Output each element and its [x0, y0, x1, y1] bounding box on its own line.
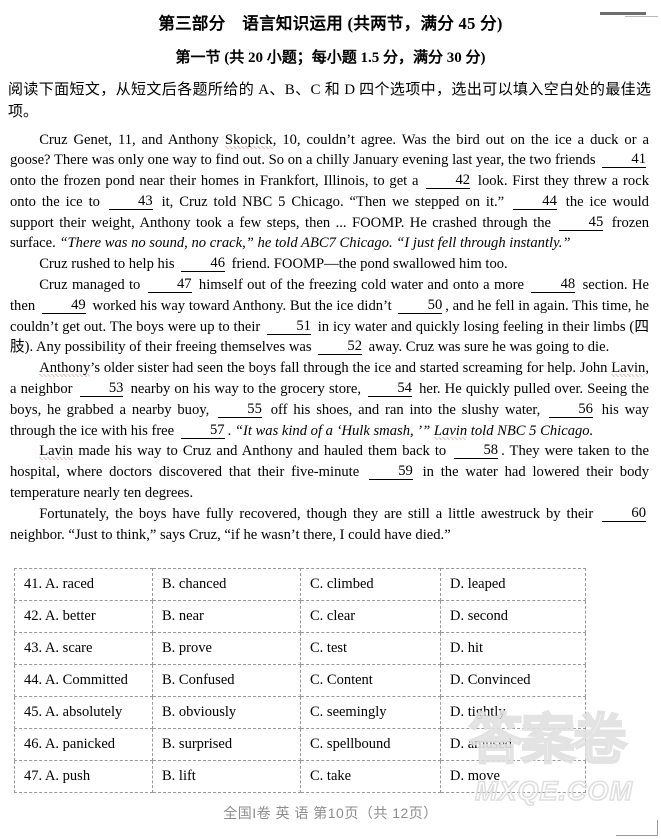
passage-text: nearby on his way to the grocery store, [126, 381, 366, 398]
blank-50: 50 [398, 297, 443, 314]
choice-b[interactable]: B. Confused [152, 664, 301, 698]
choice-d[interactable]: D. hit [440, 632, 586, 666]
choice-a[interactable]: 47. A. push [14, 760, 153, 794]
reading-passage: Cruz Genet, 11, and Anthony Skopick, 10,… [0, 130, 661, 546]
choice-b[interactable]: B. surprised [152, 728, 301, 762]
crop-mark-bottom [616, 835, 658, 836]
passage-text: Cruz rushed to help his [39, 256, 179, 273]
choice-b[interactable]: B. chanced [152, 568, 301, 602]
choice-d[interactable]: D. amused [440, 728, 586, 762]
passage-paragraph-4: Anthony’s older sister had seen the boys… [10, 358, 649, 441]
passage-quote-attribution: told NBC 5 Chicago. [467, 422, 594, 439]
table-row: 47. A. push B. lift C. take D. move [14, 760, 586, 794]
passage-text: onto the frozen pond near their homes in… [10, 173, 424, 190]
blank-54: 54 [368, 381, 412, 398]
choice-c[interactable]: C. Content [300, 664, 441, 698]
exam-page: 第三部分 语言知识运用 (共两节，满分 45 分) 第一节 (共 20 小题；每… [0, 10, 661, 839]
blank-48: 48 [531, 277, 576, 294]
table-row: 46. A. panicked B. surprised C. spellbou… [14, 728, 586, 762]
passage-text: himself out of the freezing cold water a… [194, 277, 529, 294]
passage-paragraph-6: Fortunately, the boys have fully recover… [10, 504, 649, 546]
passage-text: it, Cruz told NBC 5 Chicago. “Then we st… [155, 193, 511, 210]
choice-b[interactable]: B. near [152, 600, 301, 634]
table-row: 42. A. better B. near C. clear D. second [14, 600, 586, 634]
blank-49: 49 [41, 297, 86, 314]
passage-text: away. Cruz was sure he was going to die. [364, 339, 610, 356]
passage-text: off his shoes, and ran into the slushy w… [264, 401, 547, 418]
instruction-text: 阅读下面短文，从短文后各题所给的 A、B、C 和 D 四个选项中，选出可以填入空… [8, 82, 651, 120]
choice-d[interactable]: D. move [440, 760, 586, 794]
table-row: 41. A. raced B. chanced C. climbed D. le… [14, 568, 586, 602]
choice-c[interactable]: C. test [300, 632, 441, 666]
passage-text: Fortunately, the boys have fully recover… [39, 505, 600, 522]
choice-d[interactable]: D. Convinced [440, 664, 586, 698]
proper-noun-lavin: Lavin [611, 360, 646, 378]
choice-b[interactable]: B. obviously [152, 696, 301, 730]
blank-58: 58 [454, 443, 499, 460]
choice-c[interactable]: C. take [300, 760, 441, 794]
answer-choices-body: 41. A. raced B. chanced C. climbed D. le… [14, 568, 586, 794]
passage-paragraph-1: Cruz Genet, 11, and Anthony Skopick, 10,… [10, 130, 649, 255]
crop-mark-top [600, 12, 646, 15]
passage-text: ’s older sister had seen the boys fall t… [90, 360, 612, 377]
answer-choices-table: 41. A. raced B. chanced C. climbed D. le… [14, 568, 586, 794]
blank-52: 52 [318, 339, 362, 356]
blank-46: 46 [181, 256, 225, 273]
choice-a[interactable]: 43. A. scare [14, 632, 153, 666]
proper-noun-skopick: Skopick [224, 131, 273, 149]
table-row: 43. A. scare B. prove C. test D. hit [14, 632, 586, 666]
choice-d[interactable]: D. second [440, 600, 586, 634]
choice-d[interactable]: D. leaped [440, 568, 586, 602]
passage-text: made his way to Cruz and Anthony and hau… [73, 443, 452, 460]
choice-a[interactable]: 46. A. panicked [14, 728, 153, 762]
blank-60: 60 [602, 505, 646, 522]
choice-c[interactable]: C. climbed [300, 568, 441, 602]
passage-text: Cruz managed to [39, 277, 145, 294]
choice-d[interactable]: D. tightly [440, 696, 586, 730]
blank-44: 44 [513, 193, 557, 210]
page-footer: 全国I卷 英 语 第10页（共 12页） [223, 805, 438, 821]
blank-41: 41 [602, 152, 646, 169]
passage-paragraph-5: Lavin made his way to Cruz and Anthony a… [10, 441, 649, 503]
choice-c[interactable]: C. seemingly [300, 696, 441, 730]
choice-c[interactable]: C. clear [300, 600, 441, 634]
choice-a[interactable]: 45. A. absolutely [14, 696, 153, 730]
choice-a[interactable]: 41. A. raced [14, 568, 153, 602]
passage-paragraph-3: Cruz managed to 47 himself out of the fr… [10, 275, 649, 358]
passage-text: Cruz Genet, 11, and Anthony [39, 131, 225, 148]
passage-text: . [227, 422, 235, 439]
table-row: 44. A. Committed B. Confused C. Content … [14, 664, 586, 698]
proper-noun-lavin-2: Lavin [39, 443, 74, 461]
blank-56: 56 [549, 401, 593, 418]
choice-a[interactable]: 44. A. Committed [14, 664, 153, 698]
blank-51: 51 [267, 318, 311, 335]
passage-text: friend. FOOMP—the pond swallowed him too… [228, 256, 508, 273]
passage-quote-hulk: “It was kind of a ‘Hulk smash, ’” [234, 422, 434, 439]
table-row: 45. A. absolutely B. obviously C. seemin… [14, 696, 586, 730]
choice-c[interactable]: C. spellbound [300, 728, 441, 762]
crop-mark-top-secondary [625, 16, 658, 17]
passage-quote-abc7: “There was no sound, no crack,” he told … [59, 235, 571, 252]
page-title-section: 第一节 (共 20 小题；每小题 1.5 分，满分 30 分) [175, 50, 486, 66]
blank-43: 43 [108, 193, 153, 210]
choice-b[interactable]: B. lift [152, 760, 301, 794]
choice-b[interactable]: B. prove [152, 632, 301, 666]
proper-noun-anthony: Anthony [39, 360, 91, 378]
passage-paragraph-2: Cruz rushed to help his 46 friend. FOOMP… [10, 254, 649, 275]
blank-42: 42 [426, 173, 471, 190]
blank-59: 59 [369, 464, 413, 481]
blank-45: 45 [559, 214, 604, 231]
page-title-part: 第三部分 语言知识运用 (共两节，满分 45 分) [158, 14, 503, 33]
crop-mark-bottom-vertical [657, 820, 658, 836]
blank-47: 47 [147, 277, 192, 294]
blank-55: 55 [218, 401, 262, 418]
passage-text: neighbor. “Just to think,” says Cruz, “i… [10, 526, 451, 543]
proper-noun-lavin-quote: Lavin [433, 422, 468, 440]
blank-57: 57 [180, 422, 225, 439]
blank-53: 53 [79, 381, 124, 398]
choice-a[interactable]: 42. A. better [14, 600, 153, 634]
passage-text: worked his way toward Anthony. But the i… [88, 297, 396, 314]
